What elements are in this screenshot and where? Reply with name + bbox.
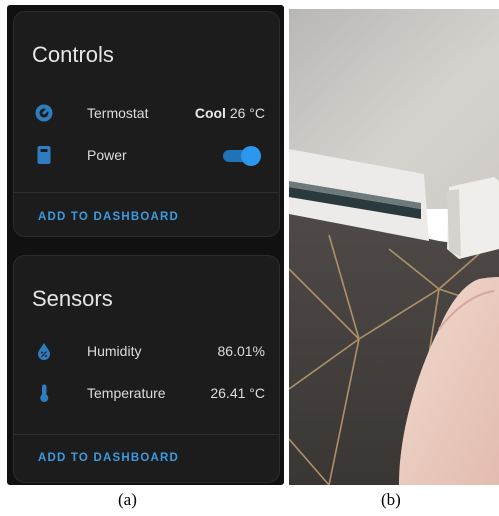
controls-card: Controls Termostat Cool 26 °C Power ADD … <box>13 11 280 237</box>
controls-add-to-dashboard-button[interactable]: ADD TO DASHBOARD <box>38 211 179 223</box>
controls-divider <box>14 192 279 193</box>
sensors-card: Sensors Humidity 86.01% Temperature 26.4… <box>13 255 280 483</box>
power-toggle[interactable] <box>223 146 261 166</box>
sensors-title: Sensors <box>32 286 113 311</box>
thermostat-label: Termostat <box>87 105 149 121</box>
temperature-value: 26.41 °C <box>210 385 265 401</box>
humidity-label: Humidity <box>87 343 142 359</box>
thermostat-row[interactable]: Termostat Cool 26 °C <box>14 98 279 128</box>
thermostat-value: Cool 26 °C <box>195 105 265 121</box>
power-row: Power <box>14 140 279 170</box>
toggle-knob <box>241 146 261 166</box>
thermostat-temperature: 26 °C <box>229 105 265 121</box>
dashboard-screenshot: Controls Termostat Cool 26 °C Power ADD … <box>7 5 284 485</box>
power-label: Power <box>87 147 127 163</box>
humidity-row[interactable]: Humidity 86.01% <box>14 336 279 366</box>
controls-title: Controls <box>32 42 114 67</box>
temperature-row[interactable]: Temperature 26.41 °C <box>14 378 279 408</box>
caption-b: (b) <box>381 490 401 509</box>
caption-a: (a) <box>118 490 137 509</box>
thermostat-mode: Cool <box>194 105 226 121</box>
remote-device-icon <box>34 145 54 165</box>
thermostat-dial-icon <box>34 103 54 123</box>
temperature-label: Temperature <box>87 385 166 401</box>
water-drop-percent-icon <box>34 341 54 361</box>
thermometer-icon <box>34 383 54 403</box>
sensors-add-to-dashboard-button[interactable]: ADD TO DASHBOARD <box>38 452 179 464</box>
humidity-value: 86.01% <box>217 343 265 359</box>
device-photo <box>289 9 499 485</box>
sensor-device-side <box>447 189 461 257</box>
sensors-divider <box>14 434 279 435</box>
